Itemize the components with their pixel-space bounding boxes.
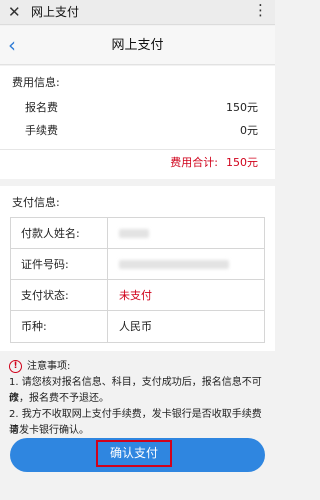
fee-row-handling: 手续费 0元 (0, 122, 275, 142)
redacted-name (119, 229, 149, 238)
row-key: 币种: (11, 311, 108, 342)
app-title: 网上支付 (31, 5, 80, 19)
app-topbar: ✕ 网上支付 ⋮ (0, 0, 275, 25)
row-key: 证件号码: (11, 249, 108, 280)
confirm-payment-button[interactable]: 确认支付 (10, 438, 265, 472)
page-title: 网上支付 (111, 38, 164, 53)
payment-info-card: 支付信息: 付款人姓名: 证件号码: 支付状态: 未支付 币种: 人民币 (0, 186, 275, 351)
table-row-payment-status: 支付状态: 未支付 (11, 280, 264, 311)
footer-strip (0, 478, 275, 500)
payment-info-heading: 支付信息: (12, 196, 60, 209)
nav-bar: ‹ 网上支付 (0, 26, 275, 65)
fee-info-card: 费用信息: 报名费 150元 手续费 0元 费用合计: 150元 (0, 66, 275, 179)
notice-line: 与发卡银行确认。 (9, 425, 89, 436)
fee-total-value: 150元 (226, 156, 258, 169)
fee-row-registration: 报名费 150元 (0, 99, 275, 119)
payment-status-value: 未支付 (119, 289, 152, 302)
warning-icon: ! (9, 360, 22, 373)
table-row-id-number: 证件号码: (11, 249, 264, 280)
divider (0, 149, 275, 150)
fee-value: 0元 (240, 124, 258, 137)
fee-label: 报名费 (25, 101, 58, 114)
notice-title: 注意事项: (27, 361, 71, 372)
more-icon[interactable]: ⋮ (253, 1, 268, 19)
payment-info-table: 付款人姓名: 证件号码: 支付状态: 未支付 币种: 人民币 (10, 217, 265, 343)
fee-total: 费用合计: 150元 (170, 156, 258, 170)
fee-label: 手续费 (25, 124, 58, 137)
fee-total-label: 费用合计: (170, 156, 218, 169)
close-icon[interactable]: ✕ (8, 2, 21, 22)
table-row-payer-name: 付款人姓名: (11, 218, 264, 249)
confirm-payment-label[interactable]: 确认支付 (96, 440, 172, 467)
row-key: 付款人姓名: (11, 218, 108, 249)
notice-line: 改，报名费不予退还。 (9, 393, 109, 404)
row-key: 支付状态: (11, 280, 108, 311)
fee-value: 150元 (226, 101, 258, 114)
redacted-id-number (119, 260, 229, 269)
currency-value: 人民币 (119, 320, 152, 333)
fee-info-heading: 费用信息: (12, 76, 60, 89)
table-row-currency: 币种: 人民币 (11, 311, 264, 342)
